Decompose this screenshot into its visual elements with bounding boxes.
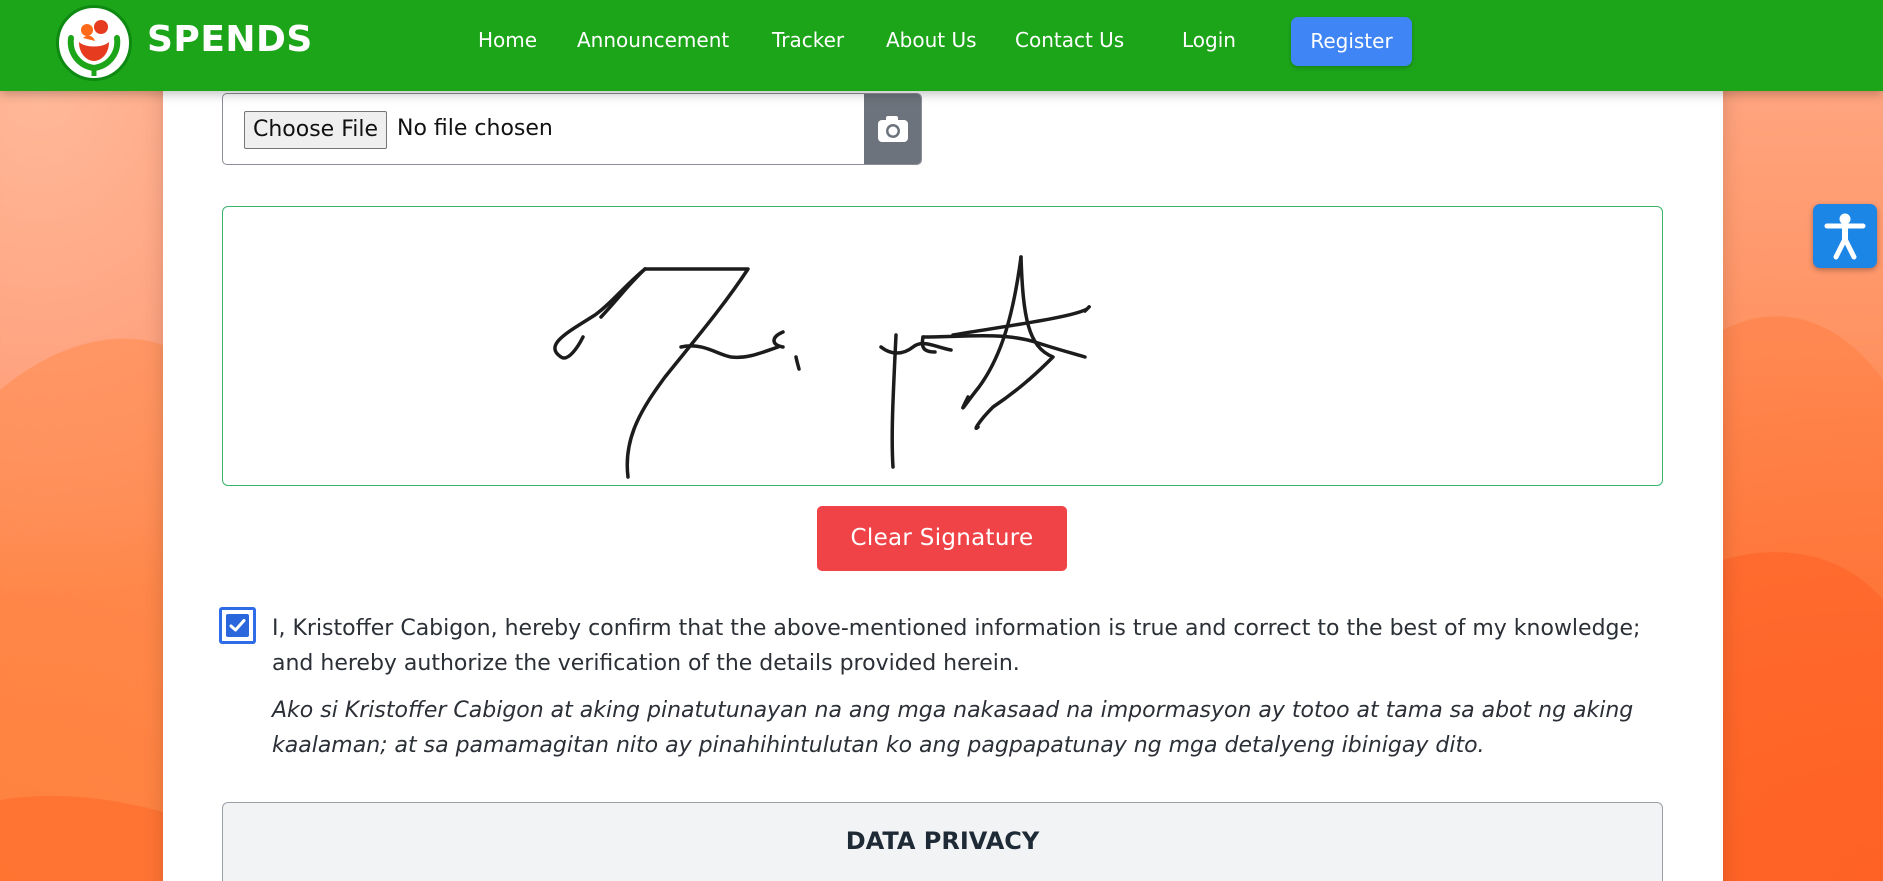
nav-tracker[interactable]: Tracker (772, 28, 844, 52)
signature-stroke (553, 255, 1091, 479)
data-privacy-title: DATA PRIVACY (845, 827, 1040, 855)
confirmation-statement-en: I, Kristoffer Cabigon, hereby confirm th… (272, 616, 1641, 676)
nav-login[interactable]: Login (1182, 28, 1236, 52)
brand-name[interactable]: SPENDS (147, 19, 313, 60)
clear-signature-button[interactable]: Clear Signature (817, 506, 1067, 571)
file-input[interactable]: Choose File No file chosen (223, 94, 864, 164)
nav-contact-us[interactable]: Contact Us (1015, 28, 1124, 52)
confirmation-statement-tl: Ako si Kristoffer Cabigon at aking pinat… (272, 698, 1634, 758)
brand-logo[interactable] (56, 5, 132, 81)
check-icon (229, 619, 246, 632)
accessibility-person-icon (1824, 213, 1866, 260)
camera-button[interactable] (864, 94, 921, 164)
nav-about-us[interactable]: About Us (886, 28, 977, 52)
data-privacy-section: DATA PRIVACY (222, 802, 1663, 881)
nav-home[interactable]: Home (478, 28, 537, 52)
camera-icon (878, 116, 908, 142)
top-navbar: SPENDS Home Announcement Tracker About U… (0, 0, 1883, 91)
confirm-checkbox[interactable] (219, 607, 256, 644)
choose-file-button[interactable]: Choose File (244, 111, 388, 149)
checkbox-fill (226, 614, 249, 637)
file-status-text: No file chosen (397, 116, 553, 141)
photo-upload-group: Choose File No file chosen (222, 93, 922, 165)
accessibility-button[interactable] (1813, 204, 1877, 268)
signature-pad[interactable] (222, 206, 1663, 486)
register-button[interactable]: Register (1291, 17, 1412, 66)
hands-holding-family-logo (67, 20, 121, 76)
nav-announcement[interactable]: Announcement (577, 28, 729, 52)
